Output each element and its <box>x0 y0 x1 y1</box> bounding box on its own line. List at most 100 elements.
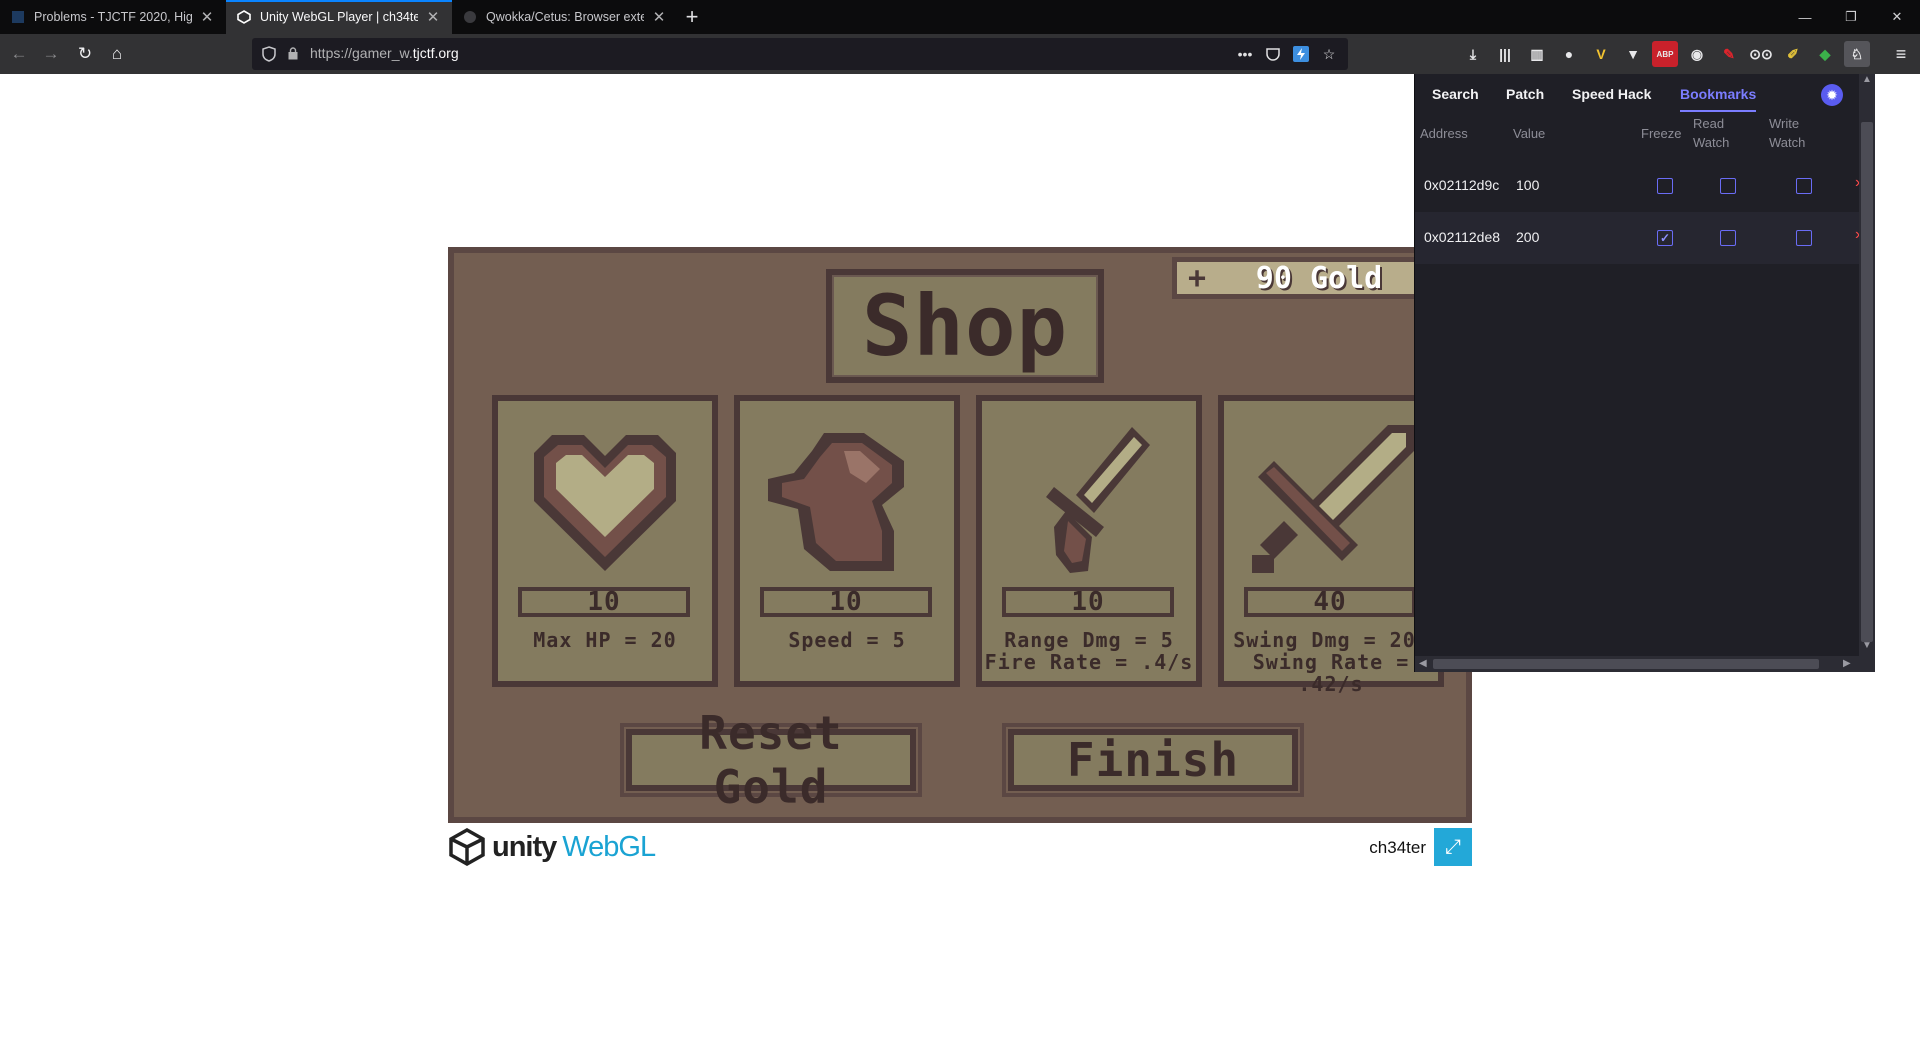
unity-wordmark: unity <box>492 830 557 863</box>
hamburger-menu-icon[interactable]: ≡ <box>1888 41 1914 67</box>
scroll-up-icon[interactable]: ▲ <box>1862 74 1872 85</box>
home-button[interactable]: ⌂ <box>104 41 130 67</box>
scroll-left-icon[interactable]: ◀ <box>1419 658 1427 669</box>
tab-problems[interactable]: Problems - TJCTF 2020, High Sc ✕ <box>0 0 226 34</box>
reset-gold-button[interactable]: Reset Gold <box>626 706 916 814</box>
bookmark-star-icon[interactable]: ☆ <box>1318 43 1340 65</box>
webgl-wordmark: WebGL <box>562 830 656 863</box>
write-watch-checkbox[interactable] <box>1796 230 1812 246</box>
item-cost: 10 <box>760 587 932 617</box>
close-icon[interactable]: ✕ <box>424 8 442 26</box>
expand-icon: ⤢ <box>1445 835 1461 858</box>
download-icon[interactable]: ⤓ <box>1460 41 1486 67</box>
settings-gear-icon[interactable]: ✹ <box>1821 84 1843 106</box>
boot-icon <box>768 433 904 571</box>
url-actions: ••• ☆ <box>1234 43 1340 65</box>
pencil-extension-icon[interactable]: ✐ <box>1780 41 1806 67</box>
scroll-thumb[interactable] <box>1861 122 1873 642</box>
item-description: Speed = 5 <box>788 628 906 652</box>
reload-button[interactable]: ↻ <box>72 41 98 67</box>
forward-button[interactable]: → <box>38 41 64 67</box>
col-header-write-watch: Write Watch <box>1769 116 1806 150</box>
plus-icon: + <box>1187 260 1207 296</box>
tjctf-icon <box>10 10 25 25</box>
gold-value: 90 Gold <box>1255 260 1383 296</box>
freeze-checkbox[interactable] <box>1657 178 1673 194</box>
write-watch-checkbox[interactable] <box>1796 178 1812 194</box>
refresh-extension-icon[interactable]: ◉ <box>1684 41 1710 67</box>
close-window-button[interactable]: ✕ <box>1874 0 1920 34</box>
cetus-tab-bar: Search Patch Speed Hack Bookmarks ✹ <box>1415 74 1875 114</box>
col-header-address: Address <box>1420 126 1468 141</box>
lock-icon[interactable] <box>288 47 298 60</box>
close-icon[interactable]: ✕ <box>650 8 668 26</box>
row-address: 0x02112d9c <box>1424 177 1500 193</box>
unity-icon <box>236 10 251 25</box>
heart-icon <box>534 435 676 571</box>
horizontal-scrollbar[interactable]: ◀ ▶ <box>1415 656 1875 672</box>
url-text: https://gamer_w.tjctf.org <box>310 45 459 61</box>
item-description: Swing Dmg = 200 Swing Rate = .42/s <box>1233 628 1429 696</box>
back-button[interactable]: ← <box>6 41 32 67</box>
col-header-freeze: Freeze <box>1641 126 1682 141</box>
minimize-button[interactable]: — <box>1782 0 1828 34</box>
item-cost: 10 <box>1002 587 1174 617</box>
url-bar[interactable]: https://gamer_w.tjctf.org ••• ☆ <box>252 38 1348 70</box>
new-tab-button[interactable]: + <box>680 0 704 34</box>
cetus-extension-icon[interactable]: ♘ <box>1844 41 1870 67</box>
item-description: Range Dmg = 5 Fire Rate = .4/s <box>984 628 1194 674</box>
tab-title: Problems - TJCTF 2020, High Sc <box>34 10 192 24</box>
tab-title: Qwokka/Cetus: Browser extens <box>486 10 644 24</box>
item-cost: 40 <box>1244 587 1416 617</box>
restore-button[interactable]: ❐ <box>1828 0 1874 34</box>
read-watch-checkbox[interactable] <box>1720 178 1736 194</box>
vertical-scrollbar[interactable]: ▲ ▼ <box>1859 74 1875 656</box>
v-extension-icon[interactable]: ▼ <box>1620 41 1646 67</box>
table-row: 0x02112d9c 100 › <box>1415 160 1860 212</box>
scroll-right-icon[interactable]: ▶ <box>1843 658 1851 669</box>
sword-icon <box>1252 425 1414 573</box>
cetus-popup-panel: Search Patch Speed Hack Bookmarks ✹ Addr… <box>1414 74 1875 672</box>
scroll-down-icon[interactable]: ▼ <box>1862 640 1872 651</box>
red-extension-icon[interactable]: ✎ <box>1716 41 1742 67</box>
upgrade-card-sword[interactable]: 40 Swing Dmg = 200 Swing Rate = .42/s <box>1218 395 1444 695</box>
unity-footer: unity WebGL ch34ter ⤢ <box>448 826 1472 868</box>
glasses-extension-icon[interactable]: ⊙⊙ <box>1748 41 1774 67</box>
upgrade-card-range[interactable]: 10 Range Dmg = 5 Fire Rate = .4/s <box>976 395 1202 687</box>
upgrade-card-max-hp[interactable]: 10 Max HP = 20 <box>492 395 718 687</box>
upgrade-card-speed[interactable]: 10 Speed = 5 <box>734 395 960 687</box>
finish-button[interactable]: Finish <box>1008 729 1298 791</box>
lightning-extension-icon[interactable] <box>1290 43 1312 65</box>
fullscreen-button[interactable]: ⤢ <box>1434 828 1472 866</box>
read-watch-checkbox[interactable] <box>1720 230 1736 246</box>
vue-devtools-icon[interactable]: V <box>1588 41 1614 67</box>
tab-speed-hack[interactable]: Speed Hack <box>1572 86 1651 110</box>
close-icon[interactable]: ✕ <box>198 8 216 26</box>
tab-cetus-github[interactable]: Qwokka/Cetus: Browser extens ✕ <box>452 0 678 34</box>
adblock-icon[interactable]: ABP <box>1652 41 1678 67</box>
row-value[interactable]: 100 <box>1516 177 1539 193</box>
freeze-checkbox[interactable]: ✓ <box>1657 230 1673 246</box>
account-icon[interactable]: ● <box>1556 41 1582 67</box>
tab-title: Unity WebGL Player | ch34ter <box>260 10 418 24</box>
sidebar-icon[interactable]: ▥ <box>1524 41 1550 67</box>
table-row: 0x02112de8 200 ✓ › <box>1415 212 1860 264</box>
unity-game-canvas[interactable]: Shop + 90 Gold 10 Max HP = 20 10 Speed =… <box>448 247 1472 823</box>
tab-unity-player[interactable]: Unity WebGL Player | ch34ter ✕ <box>226 0 452 34</box>
github-icon <box>462 10 477 25</box>
green-extension-icon[interactable]: ◆ <box>1812 41 1838 67</box>
tab-bookmarks[interactable]: Bookmarks <box>1680 86 1757 112</box>
tab-search[interactable]: Search <box>1432 86 1479 110</box>
col-header-read-watch: Read Watch <box>1693 116 1730 150</box>
gold-counter: + 90 Gold <box>1172 257 1426 299</box>
library-icon[interactable]: ||| <box>1492 41 1518 67</box>
scroll-thumb[interactable] <box>1433 659 1819 669</box>
item-description: Max HP = 20 <box>533 628 677 652</box>
page-actions-icon[interactable]: ••• <box>1234 43 1256 65</box>
tab-patch[interactable]: Patch <box>1506 86 1544 110</box>
row-value[interactable]: 200 <box>1516 229 1539 245</box>
pocket-icon[interactable] <box>1262 43 1284 65</box>
wand-icon <box>1046 427 1150 573</box>
navigation-toolbar: ← → ↻ ⌂ https://gamer_w.tjctf.org ••• ☆ … <box>0 34 1920 74</box>
shield-icon[interactable] <box>262 46 276 67</box>
